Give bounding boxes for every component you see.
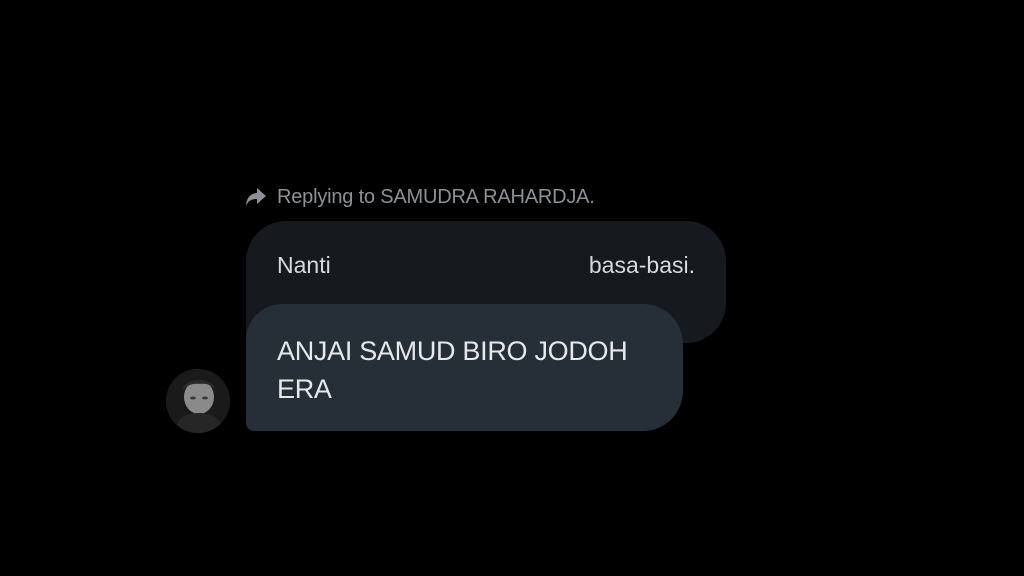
- quoted-text-end: basa-basi.: [588, 252, 695, 278]
- reply-context[interactable]: Replying to SAMUDRA RAHARDJA.: [245, 184, 595, 210]
- message-bubble[interactable]: ANJAI SAMUD BIRO JODOH ERA: [246, 304, 683, 431]
- quoted-text-start: Nanti: [277, 252, 331, 278]
- avatar-photo-icon: [166, 369, 230, 433]
- user-avatar[interactable]: [166, 369, 230, 433]
- reply-arrow-icon: [245, 186, 267, 208]
- message-text: ANJAI SAMUD BIRO JODOH ERA: [277, 336, 628, 404]
- reply-label: Replying to SAMUDRA RAHARDJA.: [277, 185, 595, 208]
